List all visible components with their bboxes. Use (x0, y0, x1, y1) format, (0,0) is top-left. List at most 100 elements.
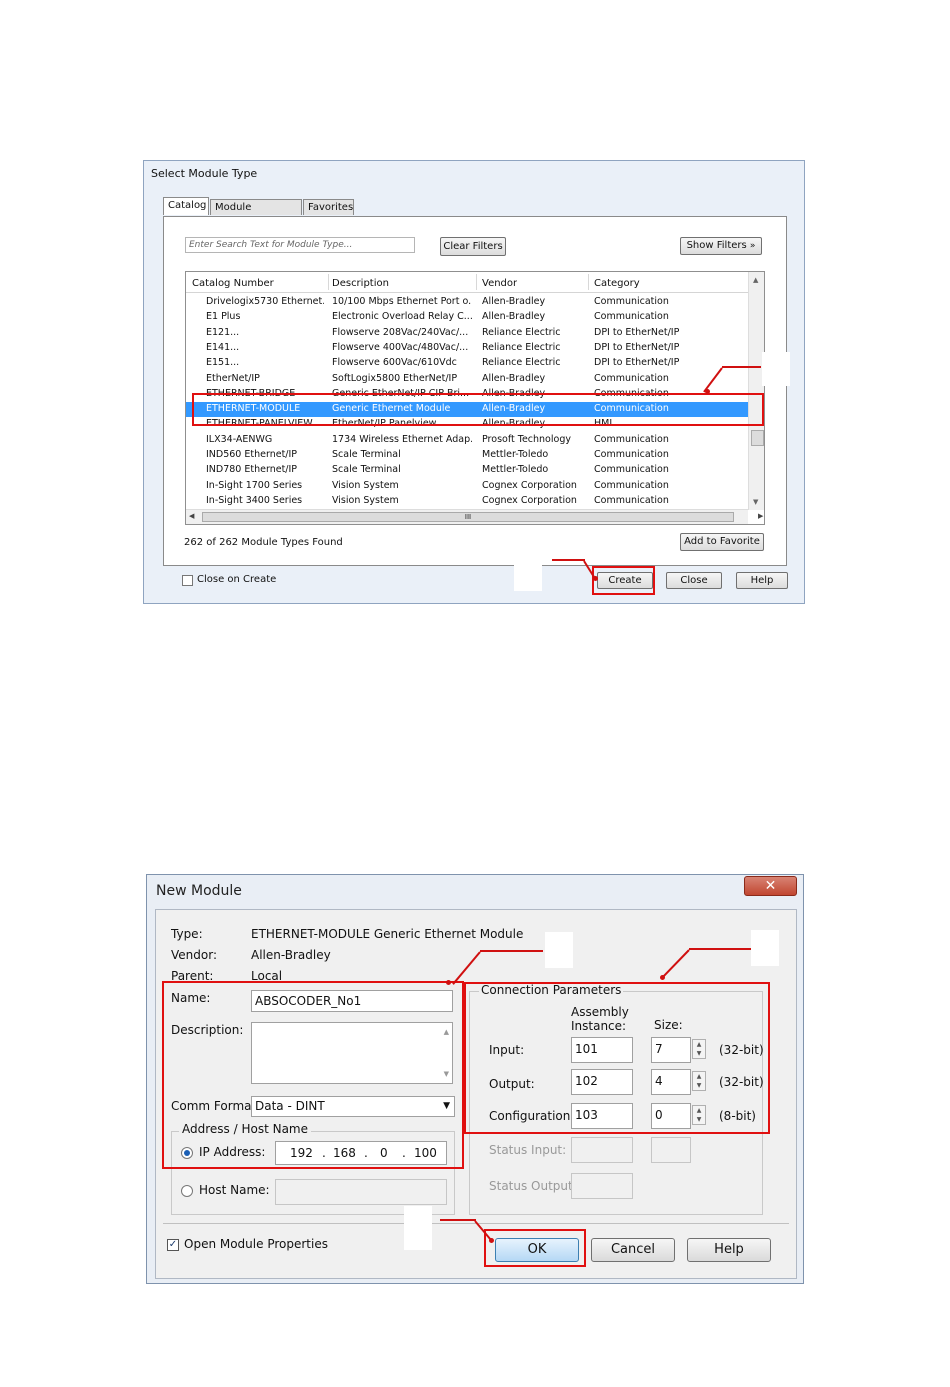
open-module-properties-checkbox[interactable]: ✓ (167, 1239, 179, 1251)
cell-description: Flowserve 600Vac/610Vdc (332, 357, 457, 369)
clear-filters-button[interactable]: Clear Filters (440, 237, 506, 256)
pointer-line (722, 366, 761, 368)
pointer-dot (705, 389, 710, 394)
open-module-properties-label: Open Module Properties (184, 1237, 328, 1251)
col-category[interactable]: Category (594, 278, 640, 289)
horizontal-scrollbar[interactable]: ◀ III ▶ (186, 509, 763, 524)
tab-favorites[interactable]: Favorites (303, 199, 354, 215)
type-label: Type: (171, 927, 203, 941)
double-chevron-down-icon: » (749, 241, 756, 251)
cell-category: Communication (594, 464, 669, 476)
cell-description: Scale Terminal (332, 449, 401, 460)
scroll-up-icon[interactable]: ▲ (753, 276, 758, 284)
cell-description: 1734 Wireless Ethernet Adap... (332, 433, 472, 445)
cell-category: Communication (594, 372, 669, 384)
list-item[interactable]: IND780 Ethernet/IP Scale Terminal Mettler-… (186, 463, 748, 478)
found-count: 262 of 262 Module Types Found (184, 537, 343, 548)
cell-vendor: Allen-Bradley (482, 372, 546, 384)
cell-catalog-number: IND780 Ethernet/IP (206, 464, 298, 476)
list-item[interactable]: EtherNet/IP SoftLogix5800 EtherNet/IP Alle… (186, 372, 748, 387)
cell-vendor: Reliance Electric (482, 357, 561, 369)
scroll-down-icon[interactable]: ▼ (753, 498, 758, 506)
add-to-favorite-button[interactable]: Add to Favorite (680, 533, 764, 551)
highlight-ethernet-module-row (192, 393, 764, 426)
callout-marker (404, 1206, 432, 1250)
scroll-left-icon[interactable]: ◀ (189, 512, 194, 520)
cancel-button[interactable]: Cancel (591, 1238, 675, 1262)
callout-marker (751, 930, 779, 966)
pointer-dot (489, 1238, 494, 1243)
list-item[interactable]: IND560 Ethernet/IP Scale Terminal Mettler-… (186, 448, 748, 463)
col-vendor[interactable]: Vendor (482, 278, 517, 289)
status-input-size-field[interactable] (651, 1137, 691, 1163)
cell-category: Communication (594, 433, 669, 445)
list-item[interactable]: E151... Flowserve 600Vac/610Vdc Reliance E… (186, 356, 748, 371)
cell-catalog-number: IND560 Ethernet/IP (206, 449, 298, 460)
cell-category: DPI to EtherNet/IP (594, 326, 680, 338)
list-item[interactable]: In-Sight 3400 Series Vision System Cognex … (186, 494, 748, 509)
vendor-value: Allen-Bradley (251, 948, 331, 962)
hscroll-thumb[interactable]: III (202, 512, 734, 522)
cell-catalog-number: In-Sight 3400 Series (206, 494, 303, 506)
highlight-connection-parameters (464, 982, 770, 1134)
cell-category: Communication (594, 296, 669, 307)
col-description[interactable]: Description (332, 278, 389, 289)
host-name-field[interactable] (275, 1179, 447, 1205)
cell-catalog-number: EtherNet/IP (206, 372, 260, 384)
cell-catalog-number: Drivelogix5730 Ethernet... (206, 296, 324, 307)
list-item[interactable]: E121... Flowserve 208Vac/240Vac/... Relian… (186, 326, 748, 341)
cell-description: Vision System (332, 494, 399, 506)
cell-vendor: Cognex Corporation (482, 479, 577, 491)
cell-catalog-number: E151... (206, 357, 240, 369)
cell-description: Flowserve 208Vac/240Vac/... (332, 326, 469, 338)
cell-category: Communication (594, 449, 669, 460)
cell-vendor: Allen-Bradley (482, 311, 546, 323)
cell-catalog-number: E121... (206, 326, 240, 338)
list-item[interactable]: ILX34-AENWG 1734 Wireless Ethernet Adap..… (186, 433, 748, 448)
cell-description: Scale Terminal (332, 464, 401, 476)
list-item[interactable]: In-Sight 1700 Series Vision System Cognex … (186, 479, 748, 494)
scroll-thumb[interactable] (751, 430, 764, 446)
cell-description: 10/100 Mbps Ethernet Port o... (332, 296, 472, 307)
pointer-dot (660, 975, 665, 980)
cell-vendor: Prosoft Technology (482, 433, 571, 445)
help-button[interactable]: Help (736, 572, 788, 589)
list-item[interactable]: E1 Plus Electronic Overload Relay C... All… (186, 310, 748, 325)
status-input-field[interactable] (571, 1137, 633, 1163)
list-item[interactable]: E141... Flowserve 400Vac/480Vac/... Relian… (186, 341, 748, 356)
cell-vendor: Allen-Bradley (482, 296, 546, 307)
pointer-dot (446, 980, 451, 985)
search-input[interactable]: Enter Search Text for Module Type... (185, 237, 415, 253)
cell-category: Communication (594, 311, 669, 323)
pointer-line (689, 948, 751, 950)
highlight-name-address-area (162, 981, 464, 1169)
show-filters-button[interactable]: Show Filters » (680, 237, 762, 255)
host-name-label: Host Name: (199, 1183, 270, 1197)
close-on-create-checkbox[interactable] (182, 575, 193, 586)
status-input-label: Status Input: (489, 1143, 567, 1157)
scroll-right-icon[interactable]: ▶ (758, 512, 763, 520)
highlight-ok-button (484, 1229, 586, 1267)
pointer-line (480, 950, 543, 952)
close-button[interactable]: Close (666, 572, 722, 589)
cell-vendor: Reliance Electric (482, 341, 561, 353)
cell-description: SoftLogix5800 EtherNet/IP (332, 372, 458, 384)
help-button[interactable]: Help (687, 1238, 771, 1262)
dialog-title: New Module (156, 883, 242, 899)
list-item[interactable]: Drivelogix5730 Ethernet... 10/100 Mbps Et… (186, 295, 748, 310)
tab-module-discovery[interactable]: Module Discovery (210, 199, 302, 228)
cell-vendor: Reliance Electric (482, 326, 561, 338)
cell-catalog-number: In-Sight 1700 Series (206, 479, 303, 491)
pointer-line (552, 559, 585, 561)
host-name-radio[interactable] (181, 1185, 193, 1197)
col-catalog-number[interactable]: Catalog Number (192, 278, 274, 289)
close-icon[interactable]: ✕ (744, 876, 797, 896)
callout-marker (762, 352, 790, 386)
cell-vendor: Cognex Corporation (482, 494, 577, 506)
vertical-scrollbar[interactable]: ▲ ▼ (748, 272, 764, 510)
status-output-field[interactable] (571, 1173, 633, 1199)
cell-category: DPI to EtherNet/IP (594, 341, 680, 353)
tab-catalog[interactable]: Catalog (163, 197, 209, 215)
pointer-dot (593, 576, 598, 581)
vendor-label: Vendor: (171, 948, 217, 962)
